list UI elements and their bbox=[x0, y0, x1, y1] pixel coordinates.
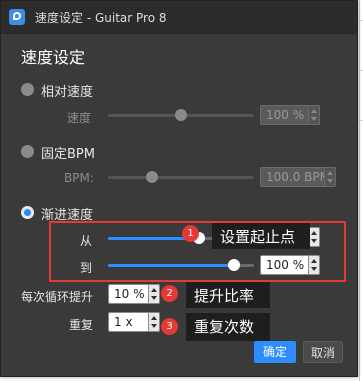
repeat-spinbox[interactable]: 1 x bbox=[108, 312, 160, 332]
ok-button[interactable]: 确定 bbox=[254, 341, 296, 363]
repeat-callout: 重复次数 bbox=[186, 313, 270, 341]
down-arrow-icon[interactable] bbox=[327, 179, 333, 183]
annotation-badge-2: 2 bbox=[161, 285, 178, 302]
title-bar[interactable]: 速度设定 - Guitar Pro 8 bbox=[1, 1, 357, 34]
guitar-pro-logo-icon bbox=[9, 9, 25, 25]
speed-label: 速度 bbox=[67, 111, 92, 125]
increase-value: 10 % bbox=[114, 287, 145, 301]
up-arrow-icon[interactable] bbox=[327, 171, 333, 175]
bpm-slider-knob[interactable] bbox=[145, 171, 158, 183]
down-arrow-icon[interactable] bbox=[151, 296, 157, 300]
up-arrow-icon[interactable] bbox=[151, 316, 157, 320]
repeat-value: 1 x bbox=[114, 315, 133, 329]
relative-speed-spinbox[interactable]: 100 % bbox=[260, 105, 320, 125]
increase-callout: 提升比率 bbox=[186, 282, 270, 308]
range-callout: 设置起止点 bbox=[212, 223, 310, 249]
down-arrow-icon[interactable] bbox=[311, 117, 317, 121]
spin-arrows[interactable] bbox=[308, 105, 320, 125]
up-arrow-icon[interactable] bbox=[151, 288, 157, 292]
staff-barline bbox=[359, 0, 360, 381]
spin-arrows[interactable] bbox=[324, 167, 336, 187]
increase-spinbox[interactable]: 10 % bbox=[108, 284, 160, 304]
fixed-bpm-radio[interactable] bbox=[21, 145, 34, 158]
spin-arrows[interactable] bbox=[148, 312, 160, 332]
relative-speed-radio[interactable] bbox=[21, 83, 34, 96]
bpm-value: 100.0 BPM bbox=[266, 170, 330, 184]
repeat-label: 重复 bbox=[69, 318, 94, 332]
annotation-badge-1: 1 bbox=[182, 225, 199, 242]
spin-arrows[interactable] bbox=[148, 284, 160, 304]
tempo-dialog: 速度设定 - Guitar Pro 8 速度设定 相对速度 速度 100 % 固… bbox=[0, 0, 358, 377]
relative-speed-slider-knob[interactable] bbox=[175, 109, 187, 121]
cancel-button[interactable]: 取消 bbox=[303, 341, 343, 363]
increase-per-loop-label: 每次循环提升 bbox=[21, 290, 94, 304]
relative-speed-value: 100 % bbox=[266, 108, 305, 122]
up-arrow-icon[interactable] bbox=[311, 109, 317, 113]
fixed-bpm-label: 固定BPM bbox=[41, 147, 95, 162]
relative-speed-slider[interactable] bbox=[108, 109, 254, 121]
annotation-badge-3: 3 bbox=[161, 318, 178, 335]
progressive-speed-radio[interactable] bbox=[21, 206, 34, 219]
bpm-label: BPM: bbox=[64, 171, 94, 185]
window-title: 速度设定 - Guitar Pro 8 bbox=[35, 11, 167, 25]
bpm-spinbox[interactable]: 100.0 BPM bbox=[260, 167, 336, 187]
bpm-slider[interactable] bbox=[108, 171, 254, 183]
relative-speed-label: 相对速度 bbox=[41, 85, 94, 100]
down-arrow-icon[interactable] bbox=[151, 324, 157, 328]
dialog-heading: 速度设定 bbox=[21, 48, 86, 67]
